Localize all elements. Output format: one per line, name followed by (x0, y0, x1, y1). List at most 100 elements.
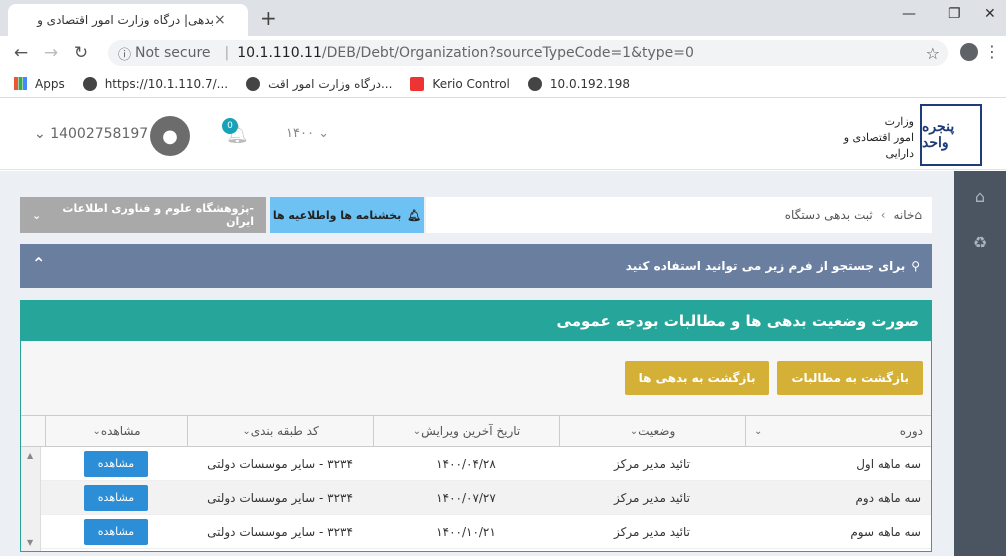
cell-action: مشاهده (45, 481, 187, 514)
profile-icon[interactable] (960, 43, 978, 61)
close-window-icon[interactable]: ✕ (984, 6, 996, 22)
breadcrumb: ⌂ خانه › ثبت بدهی دستگاه (426, 197, 932, 233)
globe-icon (246, 76, 261, 91)
reload-icon[interactable]: ↻ (66, 43, 96, 63)
column-header-status[interactable]: وضعیت ⌄ (559, 416, 745, 446)
search-icon: ⚲ (911, 259, 920, 273)
avatar[interactable]: ● (150, 116, 190, 156)
not-secure-label: Not secure (135, 45, 211, 61)
browser-menu-icon[interactable]: ⋮ (984, 42, 1000, 61)
bookmark-1[interactable]: https://10.1.110.7/... (82, 76, 228, 91)
column-header-view[interactable]: مشاهده ⌄ (45, 416, 187, 446)
chevron-down-icon: ⌄ (754, 425, 763, 437)
table-row: سه ماهه اول تائید مدیر مرکز ۱۴۰۰/۰۴/۲۸ ۳… (21, 447, 931, 481)
column-header-date[interactable]: تاریخ آخرین ویرایش ⌄ (373, 416, 559, 446)
table-row: سه ماهه سوم تائید مدیر مرکز ۱۴۰۰/۱۰/۲۱ ۳… (21, 515, 931, 549)
chevron-down-icon: ⌄ (629, 425, 639, 437)
year-select[interactable]: ⌄ ۱۴۰۰ (286, 126, 329, 141)
organization-select[interactable]: -پژوهشگاه علوم و فناوری اطلاعات ایران ⌄ (20, 197, 266, 233)
tab-title: بدهی| درگاه وزارت امور اقتصادی و (37, 13, 214, 27)
browser-tab-bar: بدهی| درگاه وزارت امور اقتصادی و × + — ❐… (0, 0, 1006, 36)
breadcrumb-separator: › (880, 208, 886, 222)
logo-text: وزارت امور اقتصادی و دارایی (843, 115, 914, 160)
cell-action: مشاهده (45, 447, 187, 480)
column-header-code[interactable]: کد طبقه بندی ⌄ (187, 416, 373, 446)
restore-icon[interactable]: ❐ (948, 6, 961, 22)
kerio-icon (410, 76, 425, 91)
browser-tab[interactable]: بدهی| درگاه وزارت امور اقتصادی و × (8, 4, 248, 36)
cell-period: سه ماهه دوم (855, 490, 921, 505)
notification-badge: 0 (222, 118, 238, 134)
chevron-up-icon[interactable]: ⌃ (32, 254, 45, 273)
info-icon[interactable]: ⓘ (118, 44, 131, 63)
url-path: /DEB/Debt/Organization?sourceTypeCode=1&… (321, 45, 694, 61)
ministry-logo[interactable]: پنجره واحد وزارت امور اقتصادی و دارایی (834, 104, 982, 166)
apps-grid-icon (14, 77, 27, 90)
cell-period: سه ماهه سوم (850, 524, 921, 539)
new-tab-icon[interactable]: + (260, 6, 277, 30)
bookmark-2[interactable]: درگاه وزارت امور اقت... (246, 76, 392, 91)
main-content: ⌂ خانه › ثبت بدهی دستگاه 🔔︎ بخشنامه ها و… (0, 171, 954, 556)
back-icon[interactable]: ← (6, 43, 36, 63)
cell-period: سه ماهه اول (856, 456, 921, 471)
view-button[interactable]: مشاهده (84, 484, 148, 511)
side-rail: ⌂ ♻ (954, 171, 1006, 556)
chevron-down-icon: ⌄ (34, 126, 51, 142)
chevron-down-icon: ⌄ (412, 425, 422, 437)
bell-icon: 🔔︎ (407, 208, 422, 222)
back-to-claims-button[interactable]: بازگشت به مطالبات (777, 361, 923, 395)
back-to-debts-button[interactable]: بازگشت به بدهی ها (624, 361, 770, 395)
bookmark-kerio[interactable]: Kerio Control (410, 76, 510, 91)
cell-code: ۳۲۳۴ - سایر موسسات دولتی (207, 490, 353, 505)
panel-buttons: بازگشت به مطالبات بازگشت به بدهی ها (624, 361, 923, 395)
url-field[interactable]: ⓘ Not secure | 10.1.110.11 /DEB/Debt/Org… (108, 40, 948, 66)
home-icon[interactable]: ⌂ (914, 208, 922, 222)
cell-action: مشاهده (45, 515, 187, 548)
cell-date: ۱۴۰۰/۰۷/۲۷ (436, 490, 496, 505)
view-button[interactable]: مشاهده (84, 518, 148, 545)
cell-status: تائید مدیر مرکز (614, 490, 690, 505)
vertical-scrollbar[interactable]: ▲ ▼ (21, 447, 41, 551)
chevron-down-icon: ⌄ (242, 425, 251, 437)
cell-code: ۳۲۳۴ - سایر موسسات دولتی (207, 456, 353, 471)
forward-icon[interactable]: → (36, 43, 66, 63)
home-icon[interactable]: ⌂ (954, 187, 1006, 206)
recycle-icon[interactable]: ♻ (954, 233, 1006, 252)
column-header-period[interactable]: دوره ⌄ (745, 416, 931, 446)
logo-mark: پنجره واحد (920, 104, 982, 166)
search-bar[interactable]: ⚲ برای جستجو از فرم زیر می توانید استفاد… (20, 244, 932, 288)
user-icon: ● (162, 125, 178, 147)
cell-date: ۱۴۰۰/۰۴/۲۸ (436, 456, 496, 471)
chevron-down-icon: ⌄ (92, 425, 101, 437)
cell-date: ۱۴۰۰/۱۰/۲۱ (436, 524, 496, 539)
user-id[interactable]: ⌄ 14002758197 (34, 126, 148, 142)
notices-button[interactable]: 🔔︎ بخشنامه ها واطلاعیه ها (270, 197, 424, 233)
chevron-down-icon: ⌄ (313, 126, 329, 141)
url-separator: | (224, 45, 230, 61)
debt-status-panel: صورت وضعیت بدهی ها و مطالبات بودجه عمومی… (20, 300, 932, 552)
table-row: سه ماهه دوم تائید مدیر مرکز ۱۴۰۰/۰۷/۲۷ ۳… (21, 481, 931, 515)
data-grid: دوره ⌄ وضعیت ⌄ تاریخ آخرین ویرایش ⌄ کد طبقه… (21, 415, 931, 551)
address-bar-row: ← → ↻ ⓘ Not secure | 10.1.110.11 /DEB/De… (0, 36, 1006, 70)
chevron-down-icon: ⌄ (32, 208, 42, 222)
app-header: پنجره واحد وزارت امور اقتصادی و دارایی ⌄… (0, 98, 1006, 170)
scroll-down-icon[interactable]: ▼ (27, 538, 33, 547)
globe-icon (527, 76, 542, 91)
bookmark-star-icon[interactable]: ☆ (926, 44, 940, 63)
breadcrumb-home[interactable]: خانه (894, 208, 915, 222)
panel-title: صورت وضعیت بدهی ها و مطالبات بودجه عمومی (21, 301, 931, 341)
scroll-up-icon[interactable]: ▲ (27, 451, 33, 460)
bookmark-apps[interactable]: Apps (14, 77, 65, 91)
view-button[interactable]: مشاهده (84, 450, 148, 477)
minimize-icon[interactable]: — (902, 6, 916, 22)
tab-close-icon[interactable]: × (214, 12, 230, 28)
url-host: 10.1.110.11 (237, 45, 322, 61)
bookmark-4[interactable]: 10.0.192.198 (527, 76, 630, 91)
globe-icon (82, 76, 97, 91)
grid-header: دوره ⌄ وضعیت ⌄ تاریخ آخرین ویرایش ⌄ کد طبقه… (21, 415, 931, 447)
cell-status: تائید مدیر مرکز (614, 524, 690, 539)
bookmarks-bar: Apps https://10.1.110.7/... درگاه وزارت … (0, 70, 1006, 98)
cell-status: تائید مدیر مرکز (614, 456, 690, 471)
cell-code: ۳۲۳۴ - سایر موسسات دولتی (207, 524, 353, 539)
breadcrumb-current: ثبت بدهی دستگاه (784, 208, 873, 222)
